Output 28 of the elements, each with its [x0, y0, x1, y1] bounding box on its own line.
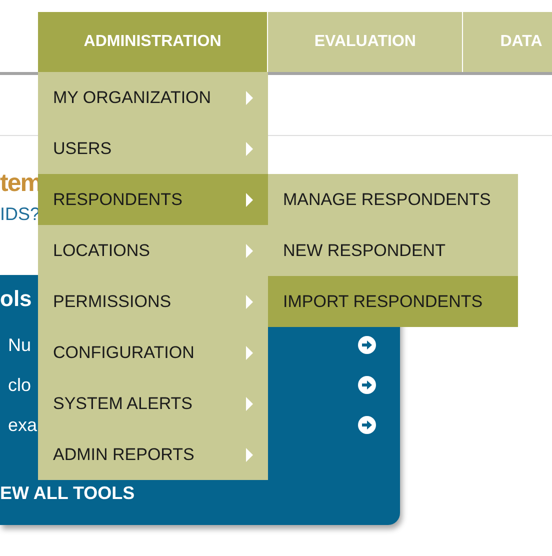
menu-item[interactable]: ADMIN REPORTS	[38, 429, 268, 480]
caret-icon	[246, 244, 253, 258]
menu-item[interactable]: CONFIGURATION	[38, 327, 268, 378]
menu-item[interactable]: MANAGE RESPONDENTS	[268, 174, 518, 225]
tool-link[interactable]: clo	[8, 374, 32, 396]
menu-item[interactable]: MY ORGANIZATION	[38, 72, 268, 123]
caret-icon	[246, 142, 253, 156]
caret-icon	[246, 192, 253, 206]
arrow-circle-icon[interactable]	[358, 336, 376, 354]
view-all-link[interactable]: EW ALL TOOLS	[0, 483, 135, 504]
tool-link[interactable]: Nu	[8, 334, 32, 356]
menu-item[interactable]: LOCATIONS	[38, 225, 268, 276]
caret-icon	[246, 90, 253, 104]
caret-icon	[246, 294, 253, 308]
menu-item[interactable]: NEW RESPONDENT	[268, 225, 518, 276]
arrow-circle-icon[interactable]	[358, 416, 376, 434]
menu-item[interactable]: IMPORT RESPONDENTS	[268, 276, 518, 327]
panel-title: ols	[0, 285, 32, 313]
arrow-circle-icon[interactable]	[358, 376, 376, 394]
link[interactable]: IDS?	[0, 204, 40, 224]
menu-item[interactable]: PERMISSIONS	[38, 276, 268, 327]
caret-icon	[246, 448, 253, 462]
menu-item[interactable]: USERS	[38, 123, 268, 174]
caret-icon	[246, 396, 253, 410]
tool-link[interactable]: exa	[8, 414, 38, 436]
menu-item[interactable]: RESPONDENTS	[38, 174, 268, 225]
menu-item[interactable]: SYSTEM ALERTS	[38, 378, 268, 429]
caret-icon	[246, 346, 253, 360]
